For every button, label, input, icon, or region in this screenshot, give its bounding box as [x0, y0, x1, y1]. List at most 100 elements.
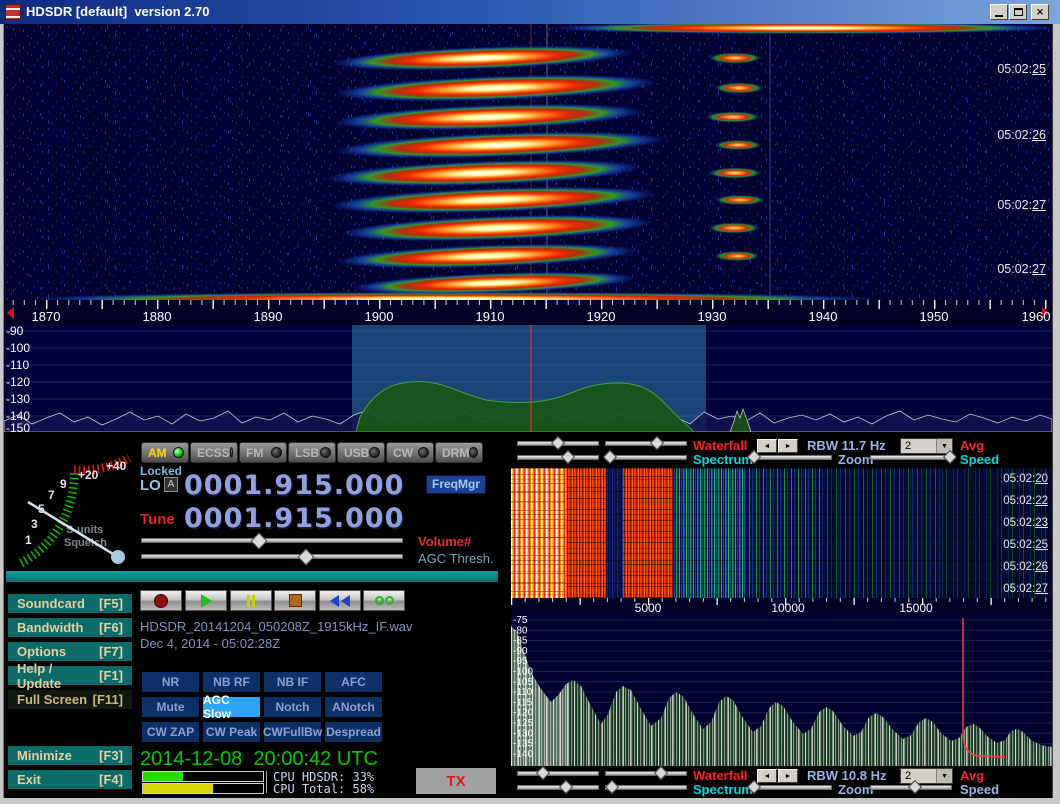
- mode-drm-button[interactable]: DRM: [435, 442, 483, 463]
- lo-frequency-display[interactable]: 0001.915.000: [184, 470, 404, 501]
- pause-button[interactable]: [230, 590, 272, 611]
- waterfall-timestamp: 05:02:27: [997, 262, 1046, 276]
- mode-fm-button[interactable]: FM: [239, 442, 287, 463]
- anotch-button[interactable]: ANotch: [325, 697, 382, 717]
- smeter-tick: 1: [25, 533, 32, 547]
- af-shift-right-button[interactable]: ►: [778, 439, 798, 453]
- af2-spectrum-ref-slider[interactable]: [517, 783, 599, 794]
- af-frequency-scale[interactable]: 5000 10000 15000: [511, 598, 1052, 614]
- af-waterfall-brightness-slider[interactable]: [517, 439, 599, 450]
- mode-led-icon: [271, 447, 282, 458]
- freqmgr-button[interactable]: FreqMgr: [426, 475, 486, 494]
- af-waterfall-contrast-slider[interactable]: [605, 439, 687, 450]
- af-freq-tick-label: 5000: [635, 601, 662, 614]
- pause-icon: [247, 595, 250, 607]
- af-zoom-label: Zoom: [838, 452, 873, 467]
- af2-spectrum-range-slider[interactable]: [605, 783, 687, 794]
- volume-slider[interactable]: [141, 536, 403, 547]
- rf-spectrum-display[interactable]: -90 -100 -110 -120 -130 -140 -150: [4, 325, 1052, 432]
- rf-waterfall-display[interactable]: 05:02:25 05:02:26 05:02:27 05:02:27: [4, 24, 1052, 300]
- af-zoom-slider[interactable]: [752, 453, 832, 464]
- play-button[interactable]: [185, 590, 227, 611]
- af-speed-slider[interactable]: [870, 453, 952, 464]
- rewind-button[interactable]: [319, 590, 361, 611]
- db-tick-label: -130: [6, 392, 30, 406]
- af-waterfall-timestamp: 05:02:23: [1003, 517, 1048, 529]
- despread-button[interactable]: Despread: [325, 722, 382, 742]
- mode-lsb-button[interactable]: LSB: [288, 442, 336, 463]
- cw-peak-button[interactable]: CW Peak: [203, 722, 260, 742]
- af2-shift-right-button[interactable]: ►: [778, 769, 798, 783]
- afc-button[interactable]: AFC: [325, 672, 382, 692]
- mode-usb-button[interactable]: USB: [337, 442, 385, 463]
- soundcard-button[interactable]: Soundcard[F5]: [8, 594, 132, 613]
- agc-threshold-slider[interactable]: [141, 552, 403, 563]
- af2-zoom-slider[interactable]: [752, 783, 832, 794]
- af-spectrum-display[interactable]: -75 -80 -85 -90 -95 -100 -105 -110 -115 …: [511, 614, 1052, 766]
- af-waterfall-display[interactable]: 05:02:20 05:02:22 05:02:23 05:02:25 05:0…: [511, 468, 1052, 598]
- lo-label: LO: [140, 477, 161, 494]
- minimize-button[interactable]: Minimize[F3]: [8, 746, 132, 765]
- tune-frequency-display[interactable]: 0001.915.000: [184, 503, 404, 534]
- nb-rf-button[interactable]: NB RF: [203, 672, 260, 692]
- full-screen-button[interactable]: Full Screen[F11]: [8, 690, 132, 709]
- close-window-icon[interactable]: ✕: [1031, 4, 1049, 20]
- vfo-ab-button[interactable]: A: [164, 477, 178, 492]
- af2-waterfall-brightness-slider[interactable]: [517, 769, 599, 780]
- help-update-button[interactable]: Help / Update[F1]: [8, 666, 132, 685]
- nr-button[interactable]: NR: [142, 672, 199, 692]
- title-bar[interactable]: HDSDR [default] version 2.70 ✕: [0, 0, 1060, 24]
- cpu-total-bar: [142, 783, 264, 794]
- minimize-window-icon[interactable]: [990, 4, 1008, 20]
- cw-zap-button[interactable]: CW ZAP: [142, 722, 199, 742]
- window-border-bottom: [0, 798, 1060, 804]
- mode-am-button[interactable]: AM: [141, 442, 189, 463]
- rf-frequency-scale[interactable]: 1870 1880 1890 1900 1910 1920 1930 1940 …: [4, 300, 1052, 325]
- app-icon: [5, 4, 21, 20]
- waterfall-timestamp: 05:02:27: [997, 198, 1046, 212]
- waterfall-timestamp: 05:02:26: [997, 128, 1046, 142]
- af-spectrum-range-slider[interactable]: [605, 453, 687, 464]
- af2-speed-slider[interactable]: [870, 783, 952, 794]
- stop-button[interactable]: [274, 590, 316, 611]
- af2-shift-left-button[interactable]: ◄: [757, 769, 777, 783]
- mode-ecss-button[interactable]: ECSS: [190, 442, 238, 463]
- agc-slow-button[interactable]: AGC Slow: [203, 697, 260, 717]
- notch-button[interactable]: Notch: [264, 697, 321, 717]
- exit-button[interactable]: Exit[F4]: [8, 770, 132, 789]
- squelch-level-bar[interactable]: [6, 571, 498, 582]
- record-button[interactable]: [140, 590, 182, 611]
- af-waterfall-timestamp: 05:02:20: [1003, 473, 1048, 485]
- af-waterfall-timestamp: 05:02:25: [1003, 539, 1048, 551]
- af-spectrum-ref-slider[interactable]: [517, 453, 599, 464]
- freq-tick-label: 1940: [809, 309, 838, 324]
- mode-led-icon: [320, 447, 331, 458]
- cw-fullbw-button[interactable]: CWFullBw: [264, 722, 321, 742]
- freq-tick-label: 1870: [32, 309, 61, 324]
- stop-icon: [289, 594, 302, 607]
- af-freq-tick-label: 10000: [771, 601, 805, 614]
- af-avg-select[interactable]: 2▼: [900, 438, 953, 454]
- window-border-right: [1052, 24, 1060, 804]
- af2-avg-select[interactable]: 2▼: [900, 768, 953, 784]
- af-waterfall-label: Waterfall: [693, 438, 747, 453]
- mode-led-icon: [173, 447, 184, 458]
- freq-tick-label: 1960: [1022, 309, 1051, 324]
- record-icon: [154, 594, 168, 608]
- bandwidth-button[interactable]: Bandwidth[F6]: [8, 618, 132, 637]
- options-button[interactable]: Options[F7]: [8, 642, 132, 661]
- af2-waterfall-contrast-slider[interactable]: [605, 769, 687, 780]
- mute-button[interactable]: Mute: [142, 697, 199, 717]
- loop-icon: [375, 596, 384, 605]
- mode-cw-button[interactable]: CW: [386, 442, 434, 463]
- loop-button[interactable]: [363, 590, 405, 611]
- tx-button[interactable]: TX: [416, 768, 496, 794]
- play-icon: [201, 594, 212, 608]
- af-shift-left-button[interactable]: ◄: [757, 439, 777, 453]
- mode-led-icon: [230, 447, 233, 458]
- nb-if-button[interactable]: NB IF: [264, 672, 321, 692]
- hdsdr-window: HDSDR [default] version 2.70 ✕: [0, 0, 1060, 804]
- waterfall-timestamp: 05:02:25: [997, 62, 1046, 76]
- maximize-window-icon[interactable]: [1009, 4, 1027, 20]
- freq-tick-label: 1930: [698, 309, 727, 324]
